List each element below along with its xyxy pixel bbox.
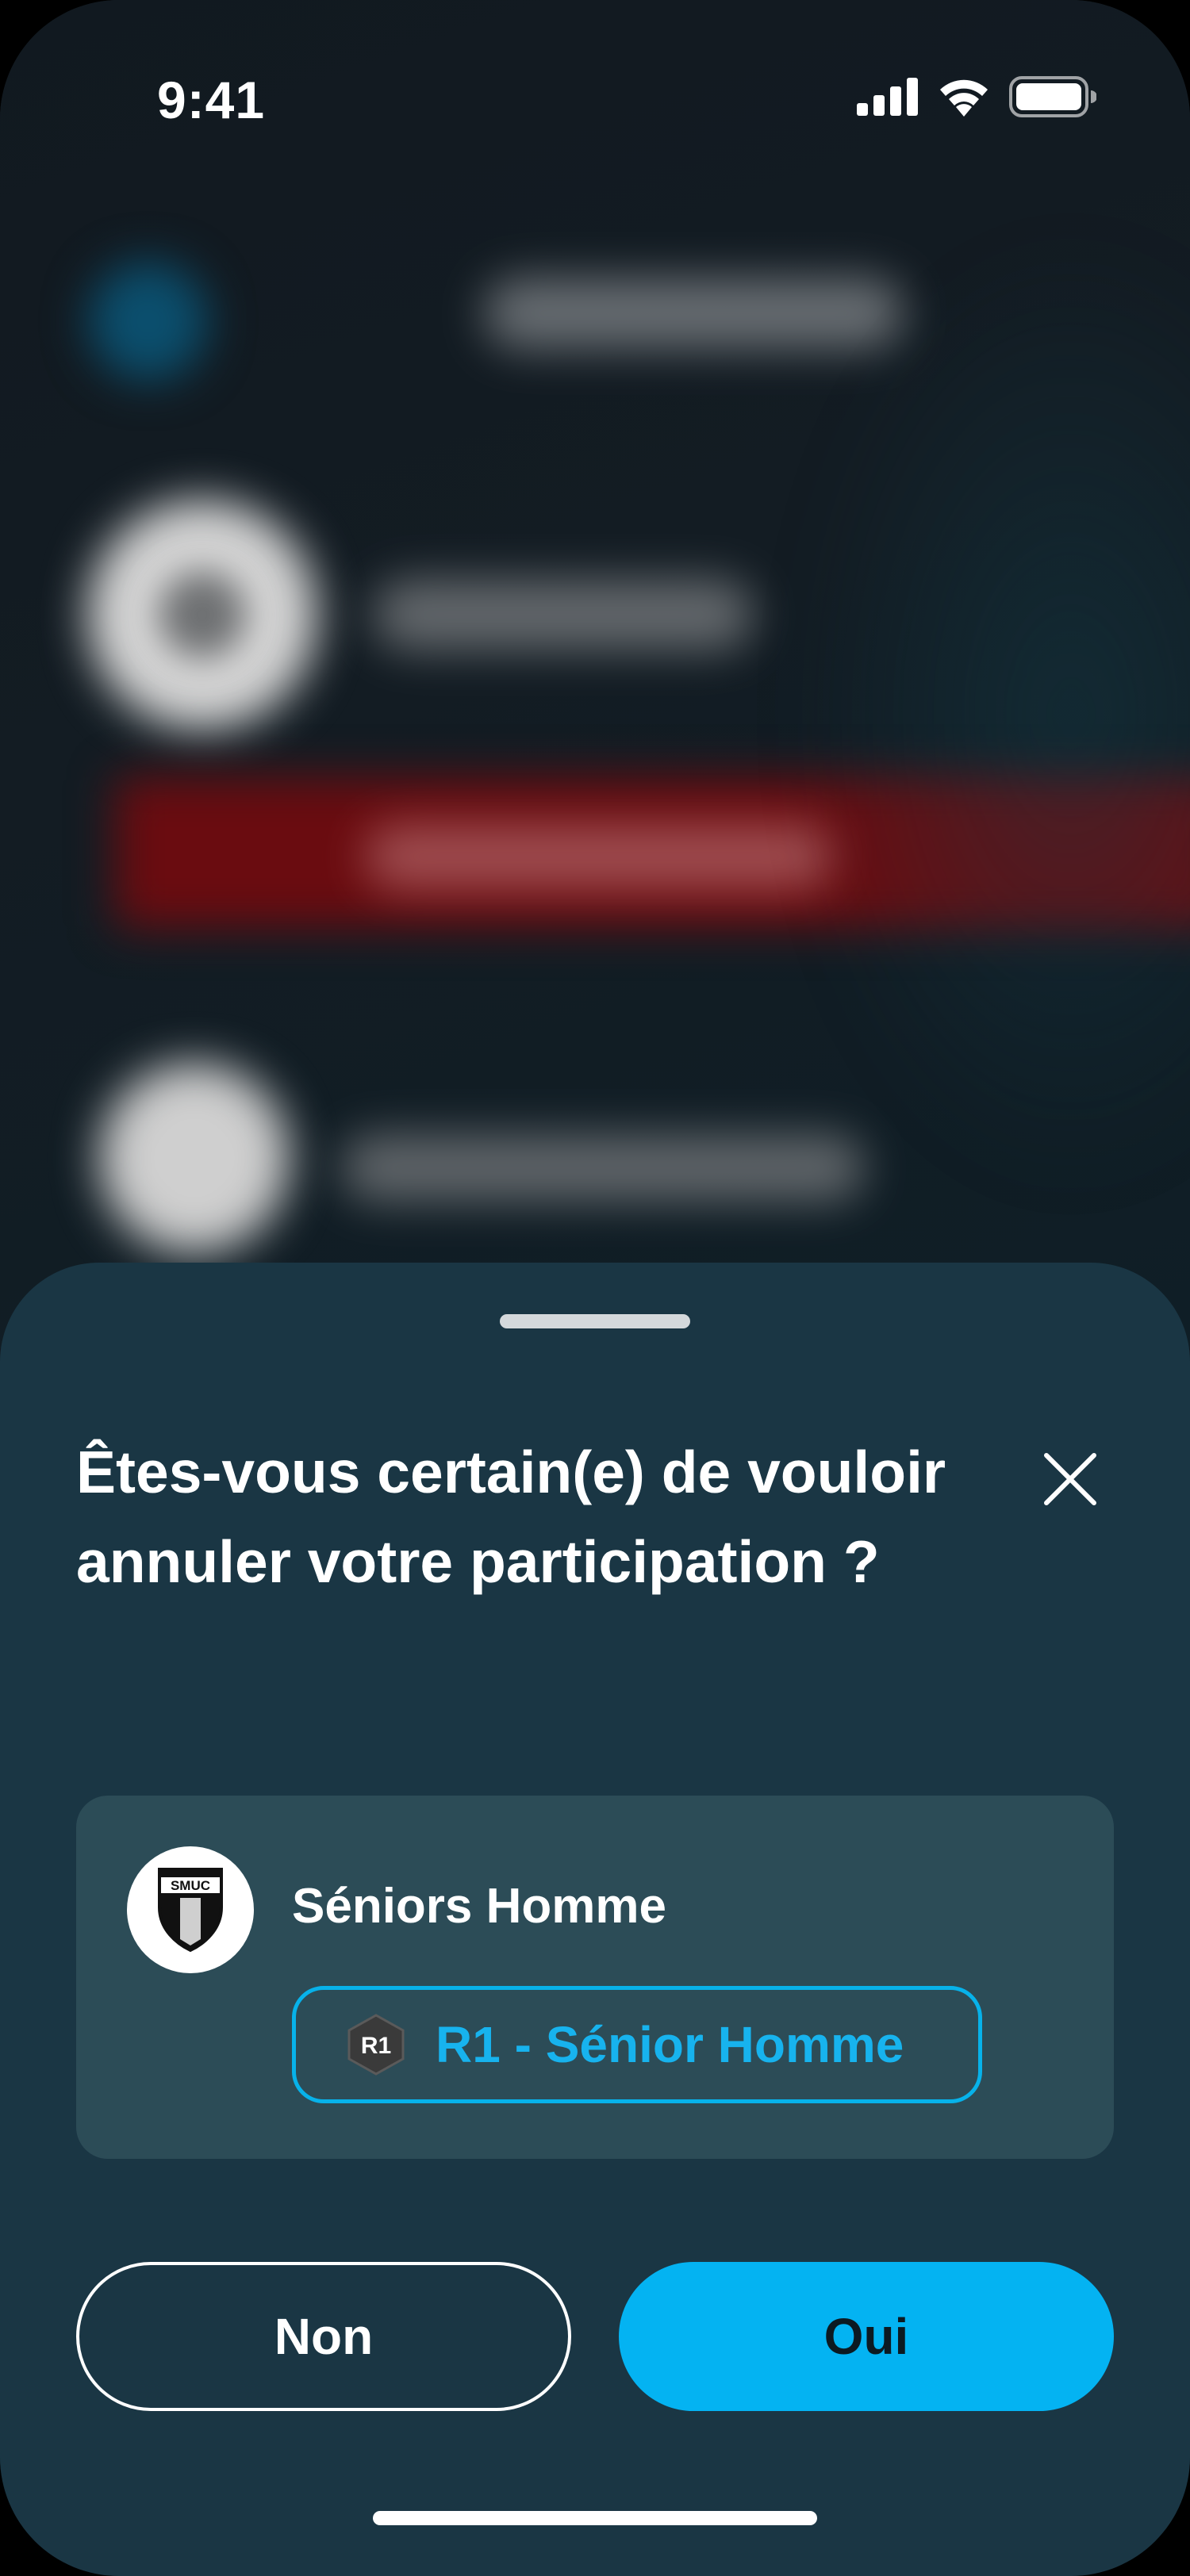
- close-button[interactable]: [1027, 1437, 1114, 1524]
- league-badge-icon: R1: [345, 2014, 407, 2076]
- cellular-signal-icon: [857, 78, 919, 119]
- shield-logo-icon: SMUC: [158, 1868, 223, 1953]
- phone-screen: 9:41 Êtes-vous certain(e) de vouloir ann…: [0, 0, 1190, 2576]
- no-button[interactable]: Non: [76, 2262, 571, 2411]
- close-icon: [1042, 1451, 1099, 1511]
- status-icons: [857, 76, 1097, 121]
- wifi-icon: [936, 77, 992, 120]
- svg-text:R1: R1: [361, 2033, 391, 2059]
- blurred-banner-text: [365, 825, 833, 888]
- category-chip[interactable]: R1 R1 - Sénior Homme: [292, 1986, 982, 2103]
- status-bar: 9:41: [0, 0, 1190, 206]
- sheet-grabber-handle[interactable]: [500, 1314, 690, 1328]
- sheet-title: Êtes-vous certain(e) de vouloir annuler …: [76, 1439, 946, 1595]
- blurred-text-line: [341, 1134, 865, 1202]
- blurred-title: [484, 278, 904, 349]
- blurred-text-line: [373, 579, 754, 650]
- battery-icon: [1009, 76, 1097, 121]
- blurred-avatar-inner: [159, 571, 246, 658]
- team-logo: SMUC: [127, 1846, 254, 1973]
- team-name: Séniors Homme: [292, 1879, 667, 1934]
- home-indicator[interactable]: [373, 2511, 817, 2525]
- team-card: SMUC Séniors Homme R1 R1 - Sénior Homme: [76, 1796, 1114, 2159]
- blurred-dot: [89, 262, 208, 381]
- status-time: 9:41: [157, 71, 266, 129]
- svg-text:SMUC: SMUC: [171, 1878, 210, 1893]
- yes-button[interactable]: Oui: [619, 2262, 1114, 2411]
- confirmation-bottom-sheet: Êtes-vous certain(e) de vouloir annuler …: [0, 1263, 1190, 2576]
- category-label: R1 - Sénior Homme: [436, 2016, 904, 2073]
- blurred-avatar: [99, 1063, 290, 1253]
